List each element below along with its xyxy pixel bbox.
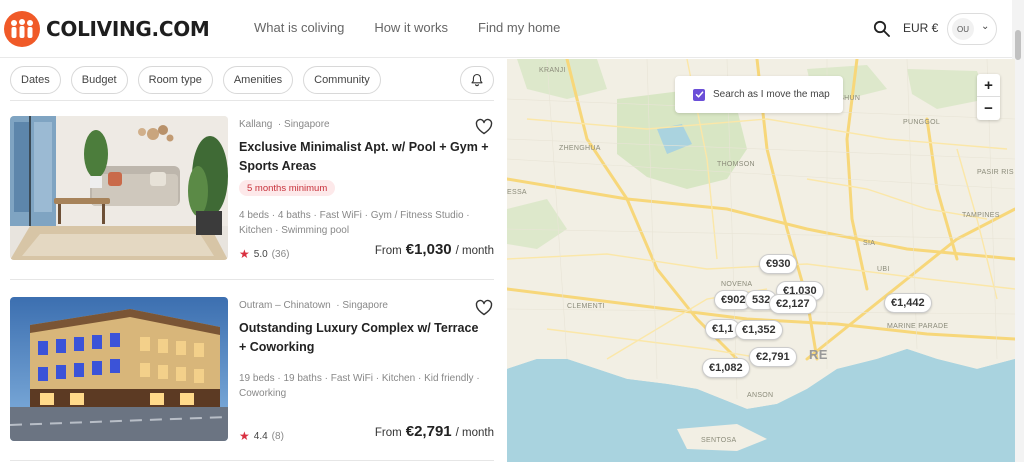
map-label: PASIR RIS xyxy=(977,169,1014,176)
check-icon xyxy=(695,91,703,98)
filter-room-type[interactable]: Room type xyxy=(137,66,213,94)
price-pin[interactable]: €1,442 xyxy=(884,293,932,313)
heart-icon[interactable] xyxy=(475,118,493,136)
listing-rating: ★ 4.4 (8) xyxy=(239,429,284,443)
map-label: RE xyxy=(809,347,828,362)
currency-selector[interactable]: EUR € xyxy=(903,21,938,35)
map-label: SENTOSA xyxy=(701,437,737,444)
alert-button[interactable] xyxy=(460,66,494,94)
chevron-down-icon: ⌄ xyxy=(981,21,990,32)
listing-photo[interactable] xyxy=(10,297,228,441)
logo-icon xyxy=(4,11,40,47)
nav-find-my-home[interactable]: Find my home xyxy=(478,20,560,35)
zoom-in-button[interactable]: + xyxy=(977,74,1000,97)
map[interactable]: KRANJI YISHUN PUNGGOL ZHENGHUA THOMSON P… xyxy=(507,59,1015,462)
filter-amenities[interactable]: Amenities xyxy=(222,66,294,94)
listing-card[interactable]: Kallang · Singapore Exclusive Minimalist… xyxy=(10,116,494,276)
filter-dates[interactable]: Dates xyxy=(10,66,61,94)
zoom-controls: + − xyxy=(977,74,1000,120)
map-label: CLEMENTI xyxy=(567,303,605,310)
map-label: ANSON xyxy=(747,392,774,399)
map-label: SIA xyxy=(863,240,876,247)
listing-title[interactable]: Exclusive Minimalist Apt. w/ Pool + Gym … xyxy=(239,138,489,176)
map-label: KRANJI xyxy=(539,67,566,74)
map-label: MARINE PARADE xyxy=(887,323,949,330)
brand-name: COLIVING.COM xyxy=(46,17,210,41)
map-label: ESSA xyxy=(507,189,527,196)
search-icon[interactable] xyxy=(873,20,891,38)
listing-rating: ★ 5.0 (36) xyxy=(239,247,290,261)
listing-photo[interactable] xyxy=(10,116,228,260)
nav-how-it-works[interactable]: How it works xyxy=(374,20,448,35)
divider xyxy=(10,460,494,461)
checkbox-checked[interactable] xyxy=(693,88,705,101)
price-pin[interactable]: €1,082 xyxy=(702,358,750,378)
search-as-move-toggle[interactable]: Search as I move the map xyxy=(675,76,843,113)
filter-budget[interactable]: Budget xyxy=(70,66,128,94)
map-label: UBI xyxy=(877,266,890,273)
heart-icon[interactable] xyxy=(475,299,493,317)
star-icon: ★ xyxy=(239,247,250,261)
map-label: THOMSON xyxy=(717,161,755,168)
logo[interactable]: COLIVING.COM xyxy=(4,11,210,47)
main-nav: What is coliving How it works Find my ho… xyxy=(254,20,560,35)
star-icon: ★ xyxy=(239,429,250,443)
filter-community[interactable]: Community xyxy=(303,66,381,94)
price-pin[interactable]: €2,791 xyxy=(749,347,797,367)
filter-bar: Dates Budget Room type Amenities Communi… xyxy=(10,66,381,94)
map-label: PUNGGOL xyxy=(903,119,941,126)
listing-features: 19 beds · 19 baths · Fast WiFi · Kitchen… xyxy=(239,373,480,399)
divider xyxy=(10,100,494,101)
min-stay-badge: 5 months minimum xyxy=(239,180,336,196)
user-menu-button[interactable]: OU ⌄ xyxy=(947,13,997,45)
avatar: OU xyxy=(952,18,974,40)
nav-what-is-coliving[interactable]: What is coliving xyxy=(254,20,344,35)
price-pin[interactable]: €1,352 xyxy=(735,320,783,340)
header: COLIVING.COM What is coliving How it wor… xyxy=(0,0,1024,58)
listing-location: Kallang · Singapore xyxy=(239,119,330,130)
listing-card[interactable]: Outram – Chinatown · Singapore Outstandi… xyxy=(10,297,494,457)
divider xyxy=(10,279,494,280)
map-label: TAMPINES xyxy=(962,212,1000,219)
bell-icon xyxy=(471,73,483,87)
listing-price: From €2,791 / month xyxy=(374,423,494,440)
map-label: ZHENGHUA xyxy=(559,145,601,152)
price-pin[interactable]: €930 xyxy=(759,254,798,274)
zoom-out-button[interactable]: − xyxy=(977,97,1000,120)
listing-title[interactable]: Outstanding Luxury Complex w/ Terrace + … xyxy=(239,319,489,357)
listing-location: Outram – Chinatown · Singapore xyxy=(239,300,388,311)
listing-price: From €1,030 / month xyxy=(374,241,494,258)
price-pin[interactable]: €2,127 xyxy=(769,294,817,314)
map-label: NOVENA xyxy=(721,281,753,288)
scrollbar-thumb[interactable] xyxy=(1015,30,1021,60)
listing-features: 4 beds · 4 baths · Fast WiFi · Gym / Fit… xyxy=(239,210,470,236)
search-as-move-label: Search as I move the map xyxy=(713,89,830,100)
